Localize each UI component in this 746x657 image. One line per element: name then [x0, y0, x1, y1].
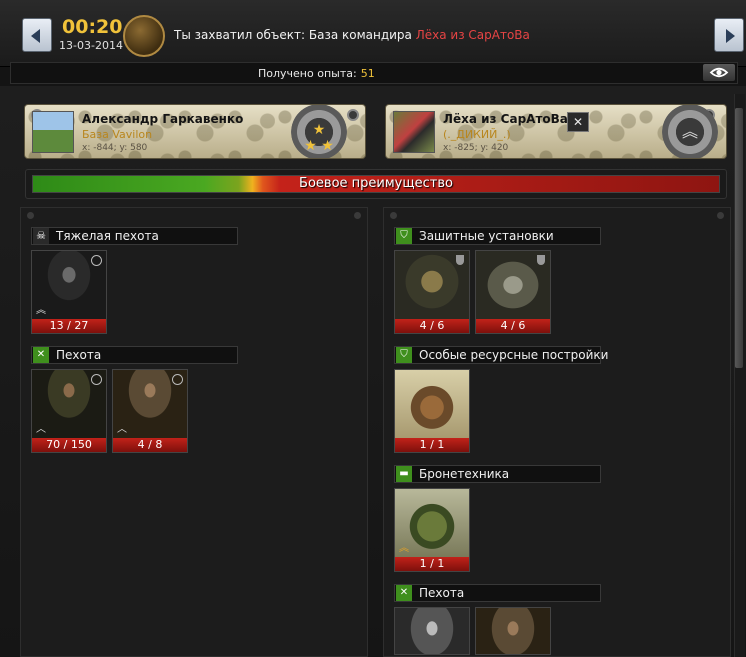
skull-icon: ☠ — [33, 228, 49, 244]
unit-count-have: 1 — [419, 557, 427, 570]
category-armored-vehicles: ▬ Бронетехника — [394, 465, 601, 483]
unit-count: 4 / 6 — [476, 319, 550, 333]
shield-icon — [537, 255, 545, 265]
eye-icon — [709, 67, 729, 78]
chevron-left-icon — [31, 29, 40, 43]
unit-count: 4 / 6 — [395, 319, 469, 333]
report-time: 00:20 — [62, 16, 123, 38]
rivet-icon — [27, 212, 34, 219]
experience-value: 51 — [360, 67, 375, 80]
capture-medal-icon — [123, 15, 165, 57]
attacker-name[interactable]: Александр Гаркавенко — [82, 112, 243, 126]
crosshair-icon — [91, 374, 102, 385]
crossed-swords-icon: ✕ — [396, 585, 412, 601]
unit-count-total: 8 — [155, 438, 163, 451]
next-report-button[interactable] — [714, 18, 744, 52]
rank-chevron-icon: ︿ — [117, 424, 127, 435]
rank-chevron-icon: ︽ — [36, 305, 46, 316]
category-defenses: ⛉ Зашитные установки — [394, 227, 601, 245]
defender-avatar[interactable] — [393, 111, 435, 153]
unit-count-have: 4 — [500, 319, 508, 332]
unit-count-total: 150 — [70, 438, 92, 451]
unit-count-have: 4 — [137, 438, 145, 451]
unit-count-total: 1 — [437, 557, 445, 570]
view-toggle-button[interactable] — [702, 63, 736, 82]
unit-count-total: 6 — [518, 319, 526, 332]
building-image — [395, 370, 469, 438]
category-infantry: ✕ Пехота — [31, 346, 238, 364]
rank-chevron-icon: ︽ — [399, 543, 409, 554]
crosshair-icon — [172, 374, 183, 385]
headline-enemy-name[interactable]: Лёха из СарАтоВа — [416, 28, 530, 42]
chevron-right-icon — [726, 29, 735, 43]
defender-name[interactable]: Лёха из СарАтоВа — [443, 112, 568, 126]
unit-defense-turret-2[interactable]: 4 / 6 — [475, 250, 551, 334]
attacker-card: Александр Гаркавенко База Vavilon x: -84… — [24, 104, 366, 159]
unit-count-have: 1 — [419, 438, 427, 451]
close-icon[interactable]: ✕ — [567, 112, 589, 132]
unit-infantry-partial-1[interactable] — [394, 607, 470, 655]
rivet-icon — [390, 212, 397, 219]
unit-count: 1 / 1 — [395, 557, 469, 571]
category-label: Пехота — [419, 586, 465, 600]
category-label: Зашитные установки — [419, 229, 554, 243]
rivet-icon — [354, 212, 361, 219]
unit-infantry-1[interactable]: ︿ 70 / 150 — [31, 369, 107, 453]
sergeant-rank-icon: ︽ — [662, 105, 718, 158]
unit-infantry-partial-2[interactable] — [475, 607, 551, 655]
unit-heavy-infantry[interactable]: ︽ 13 / 27 — [31, 250, 107, 334]
unit-count-have: 13 — [49, 319, 64, 332]
category-label: Тяжелая пехота — [56, 229, 159, 243]
previous-report-button[interactable] — [22, 18, 52, 52]
attacker-coordinates: x: -844; y: 580 — [82, 143, 148, 153]
soldier-image — [476, 608, 550, 654]
tank-icon: ▬ — [396, 466, 412, 482]
category-heavy-infantry: ☠ Тяжелая пехота — [31, 227, 238, 245]
unit-infantry-2[interactable]: ︿ 4 / 8 — [112, 369, 188, 453]
experience-label: Получено опыта: — [258, 67, 357, 80]
crosshair-icon — [91, 255, 102, 266]
category-special-resource-buildings: ⛉ Особые ресурсные постройки — [394, 346, 608, 364]
chevron-rank-icon: ︽ — [681, 122, 698, 141]
defender-units-panel: ⛉ Зашитные установки 4 / 6 4 / 6 ⛉ Особы… — [383, 207, 731, 657]
unit-count-have: 4 — [419, 319, 427, 332]
category-label: Бронетехника — [419, 467, 510, 481]
report-date: 13-03-2014 — [59, 39, 123, 52]
unit-count: 13 / 27 — [32, 319, 106, 333]
defender-coordinates: x: -825; y: 420 — [443, 143, 509, 153]
unit-defense-turret-1[interactable]: 4 / 6 — [394, 250, 470, 334]
unit-count: 70 / 150 — [32, 438, 106, 452]
shield-icon — [456, 255, 464, 265]
shield-icon: ⛉ — [396, 228, 412, 244]
soldier-image — [395, 608, 469, 654]
scrollbar-thumb[interactable] — [735, 108, 743, 368]
rivet-icon — [717, 212, 724, 219]
rank-chevron-icon: ︿ — [36, 424, 46, 435]
defender-card: Лёха из СарАтоВа ✕ (._ДИКИЙ_.) x: -825; … — [385, 104, 727, 159]
headline-text: Ты захватил объект: База командира — [174, 28, 412, 42]
experience-gained: Получено опыта: 51 — [258, 67, 375, 80]
shield-icon: ⛉ — [396, 347, 412, 363]
battle-advantage-label: Боевое преимущество — [299, 176, 453, 191]
unit-count-total: 27 — [74, 319, 89, 332]
unit-count-total: 1 — [437, 438, 445, 451]
unit-resource-building[interactable]: 1 / 1 — [394, 369, 470, 453]
unit-tank[interactable]: ︽ 1 / 1 — [394, 488, 470, 572]
attacker-base[interactable]: База Vavilon — [82, 128, 152, 141]
gear-icon — [347, 109, 359, 121]
report-headline: Ты захватил объект: База командира Лёха … — [174, 28, 530, 42]
star-icon: ★ ★ ★ — [304, 122, 334, 154]
category-infantry: ✕ Пехота — [394, 584, 601, 602]
unit-count-have: 70 — [46, 438, 61, 451]
defender-alliance[interactable]: (._ДИКИЙ_.) — [443, 128, 511, 141]
attacker-units-panel: ☠ Тяжелая пехота ︽ 13 / 27 ✕ Пехота ︿ 70… — [20, 207, 368, 657]
crossed-swords-icon: ✕ — [33, 347, 49, 363]
general-rank-icon: ★ ★ ★ — [291, 105, 347, 158]
unit-count: 4 / 8 — [113, 438, 187, 452]
category-label: Особые ресурсные постройки — [419, 348, 609, 362]
category-label: Пехота — [56, 348, 102, 362]
unit-count-total: 6 — [437, 319, 445, 332]
attacker-avatar[interactable] — [32, 111, 74, 153]
unit-count: 1 / 1 — [395, 438, 469, 452]
